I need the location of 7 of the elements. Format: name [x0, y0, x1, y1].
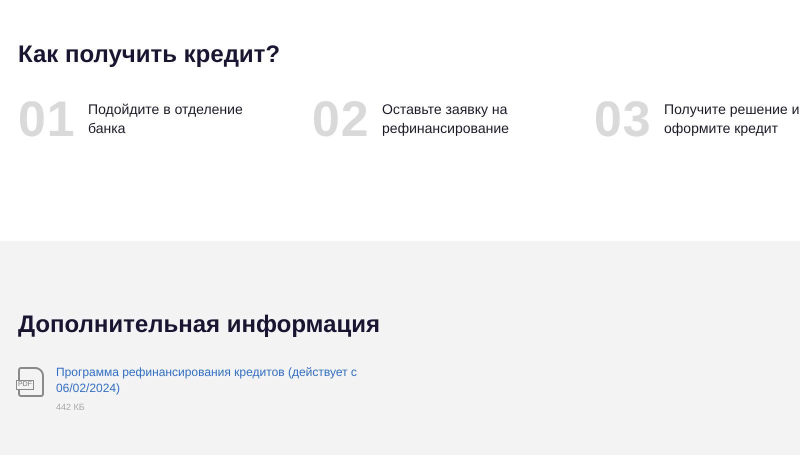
step-text: Подойдите в отделение банка	[88, 100, 244, 138]
step-text: Получите решение и оформите кредит	[664, 100, 800, 138]
section-title: Дополнительная информация	[18, 310, 381, 340]
file-size: 442 КБ	[56, 401, 86, 414]
section-title: Как получить кредит?	[18, 40, 282, 70]
document-link[interactable]: Программа рефинансирования кредитов (действует с 06/02/2024)	[56, 364, 366, 396]
step-text: Оставьте заявку на рефинансирование	[382, 100, 510, 138]
